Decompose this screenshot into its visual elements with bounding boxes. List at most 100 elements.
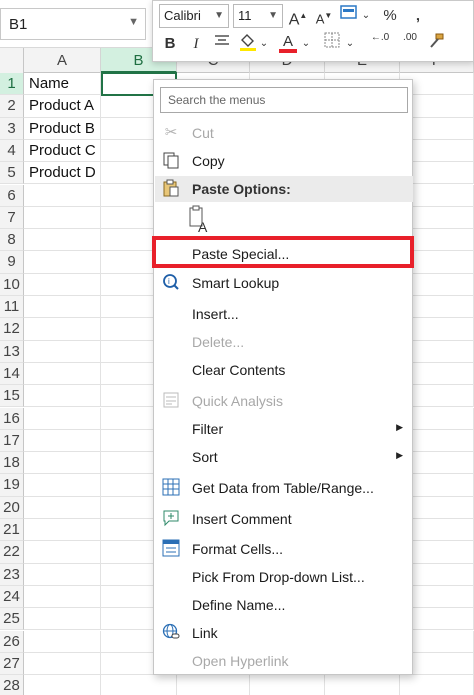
menu-item-quick-analysis[interactable]: Quick Analysis — [155, 388, 413, 414]
menu-item-insert-comment[interactable]: Insert Comment — [155, 506, 413, 532]
row-header[interactable]: 24 — [0, 585, 24, 609]
row-header[interactable]: 22 — [0, 541, 24, 564]
grid-cell[interactable] — [24, 385, 101, 408]
grid-cell[interactable] — [24, 429, 101, 453]
row-header[interactable]: 25 — [0, 608, 24, 631]
grid-cell[interactable] — [24, 362, 101, 386]
row-header[interactable]: 28 — [0, 675, 24, 695]
shrink-font-button[interactable]: A▼ — [313, 4, 335, 28]
grid-cell[interactable] — [24, 407, 101, 430]
name-box[interactable]: B1 ▼ — [0, 8, 146, 40]
cell-a1[interactable]: Name — [24, 73, 101, 96]
grid-cell[interactable] — [250, 675, 325, 695]
chevron-down-icon[interactable]: ⌄ — [343, 32, 357, 56]
grid-cell[interactable] — [24, 652, 101, 676]
menu-item-clear-contents[interactable]: Clear Contents — [155, 357, 413, 383]
row-header[interactable]: 18 — [0, 452, 24, 475]
chevron-down-icon[interactable]: ⌄ — [299, 32, 313, 56]
row-header[interactable]: 8 — [0, 229, 24, 252]
menu-item-open-hyperlink[interactable]: Open Hyperlink — [155, 648, 413, 674]
fill-color-button[interactable] — [237, 32, 259, 56]
menu-item-delete[interactable]: Delete... — [155, 329, 413, 355]
grid-cell[interactable] — [400, 675, 474, 695]
percent-style-button[interactable]: % — [379, 4, 401, 28]
grid-cell[interactable] — [24, 496, 101, 519]
row-header[interactable]: 16 — [0, 407, 24, 430]
menu-item-copy[interactable]: Copy — [155, 148, 413, 174]
grid-cell[interactable] — [24, 318, 101, 341]
cell-a4[interactable]: Product C — [24, 139, 101, 163]
italic-button[interactable]: I — [185, 32, 207, 56]
row-header[interactable]: 23 — [0, 563, 24, 586]
grid-cell[interactable] — [24, 184, 101, 207]
row-header[interactable]: 5 — [0, 162, 24, 185]
menu-item-get-data[interactable]: Get Data from Table/Range... — [155, 475, 413, 501]
row-header[interactable]: 9 — [0, 251, 24, 274]
grid-cell[interactable] — [24, 206, 101, 230]
cell-styles-button[interactable] — [339, 4, 361, 28]
grid-cell[interactable] — [24, 563, 101, 586]
chevron-down-icon[interactable]: ▼ — [128, 16, 139, 28]
comma-style-button[interactable]: ‚ — [407, 4, 429, 28]
menu-item-filter[interactable]: Filter ▶ — [155, 416, 413, 442]
grid-cell[interactable] — [24, 541, 101, 564]
format-painter-button[interactable] — [425, 32, 447, 56]
row-header[interactable]: 21 — [0, 519, 24, 542]
grid-cell[interactable] — [24, 519, 101, 542]
row-header[interactable]: 17 — [0, 429, 24, 453]
grid-cell[interactable] — [325, 675, 400, 695]
grid-cell[interactable] — [24, 608, 101, 631]
row-header[interactable]: 3 — [0, 117, 24, 140]
grid-cell[interactable] — [24, 585, 101, 609]
menu-item-cut[interactable]: ✂ Cut — [155, 120, 413, 146]
menu-item-insert[interactable]: Insert... — [155, 301, 413, 327]
menu-search-input[interactable]: Search the menus — [160, 87, 408, 113]
grid-cell[interactable] — [24, 452, 101, 475]
row-header[interactable]: 19 — [0, 474, 24, 497]
row-header[interactable]: 15 — [0, 385, 24, 408]
menu-item-smart-lookup[interactable]: i Smart Lookup — [155, 270, 413, 296]
row-header[interactable]: 20 — [0, 496, 24, 519]
menu-item-link[interactable]: Link — [155, 620, 413, 646]
increase-decimal-button[interactable]: ←.0 — [367, 32, 393, 56]
grid-cell[interactable] — [24, 251, 101, 274]
row-header[interactable]: 10 — [0, 273, 24, 296]
row-header[interactable]: 26 — [0, 630, 24, 653]
grid-cell[interactable] — [24, 340, 101, 363]
grid-cell[interactable] — [101, 675, 177, 695]
borders-button[interactable] — [321, 32, 343, 56]
row-header[interactable]: 2 — [0, 95, 24, 118]
align-center-button[interactable] — [211, 32, 233, 56]
bold-button[interactable]: B — [159, 32, 181, 56]
row-header[interactable]: 27 — [0, 652, 24, 676]
row-header[interactable]: 6 — [0, 184, 24, 207]
grow-font-button[interactable]: A▲ — [287, 4, 309, 28]
row-header[interactable]: 11 — [0, 296, 24, 319]
decrease-decimal-button[interactable]: .00 — [397, 32, 423, 56]
menu-item-define-name[interactable]: Define Name... — [155, 592, 413, 618]
menu-item-pick-from-list[interactable]: Pick From Drop-down List... — [155, 564, 413, 590]
grid-cell[interactable] — [24, 474, 101, 497]
font-color-button[interactable]: A — [277, 30, 299, 54]
select-all-corner[interactable] — [0, 48, 24, 73]
chevron-down-icon[interactable]: ⌄ — [257, 32, 271, 56]
grid-cell[interactable] — [24, 630, 101, 653]
menu-item-sort[interactable]: Sort ▶ — [155, 444, 413, 470]
row-header[interactable]: 4 — [0, 139, 24, 163]
row-header[interactable]: 13 — [0, 340, 24, 363]
font-size-select[interactable]: 11 ▼ — [233, 4, 283, 28]
row-header[interactable]: 7 — [0, 206, 24, 230]
font-name-select[interactable]: Calibri ▼ — [159, 4, 229, 28]
grid-cell[interactable] — [24, 229, 101, 252]
paste-values-button[interactable]: A — [184, 205, 214, 235]
cell-a3[interactable]: Product B — [24, 117, 101, 140]
row-header[interactable]: 14 — [0, 362, 24, 386]
grid-cell[interactable] — [24, 273, 101, 296]
grid-cell[interactable] — [24, 296, 101, 319]
row-header[interactable]: 12 — [0, 318, 24, 341]
row-header[interactable]: 1 — [0, 73, 24, 96]
chevron-down-icon[interactable]: ⌄ — [359, 4, 373, 28]
menu-item-format-cells[interactable]: Format Cells... — [155, 536, 413, 562]
column-header-a[interactable]: A — [24, 48, 101, 73]
cell-a2[interactable]: Product A — [24, 95, 101, 118]
